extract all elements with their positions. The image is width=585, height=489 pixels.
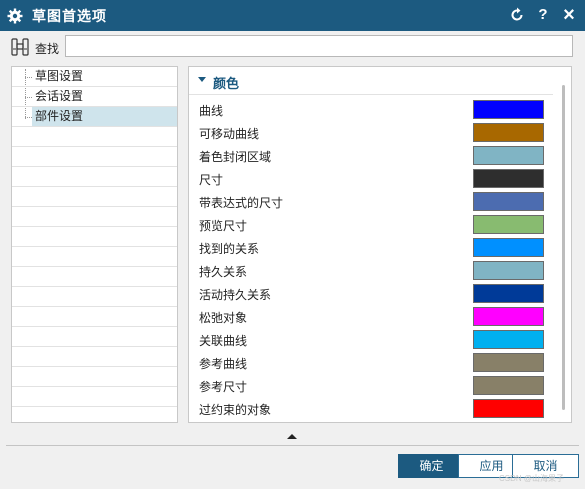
tree-row-empty	[12, 307, 177, 327]
collapse-section-icon[interactable]	[198, 77, 206, 82]
tree-connector	[25, 117, 32, 118]
color-row: 曲线	[189, 98, 553, 121]
color-row: 松弛对象	[189, 305, 553, 328]
tree-item-part-settings[interactable]: 部件设置	[32, 107, 177, 126]
color-swatch-button[interactable]	[473, 192, 544, 211]
color-swatch-button[interactable]	[473, 284, 544, 303]
color-label: 曲线	[199, 104, 224, 118]
color-row: 着色封闭区域	[189, 144, 553, 167]
collapse-up-icon[interactable]	[287, 434, 297, 439]
color-row: 关联曲线	[189, 328, 553, 351]
tree-row-empty	[12, 227, 177, 247]
color-swatch-button[interactable]	[473, 376, 544, 395]
tree-row-empty	[12, 367, 177, 387]
color-row: 参考尺寸	[189, 374, 553, 397]
color-label: 关联曲线	[199, 334, 248, 348]
tree-item-session-settings[interactable]: 会话设置	[32, 87, 86, 106]
color-row: 可移动曲线	[189, 121, 553, 144]
color-swatch-button[interactable]	[473, 399, 544, 418]
tree-row-empty	[12, 147, 177, 167]
search-row: 查找	[0, 31, 585, 63]
color-label: 松弛对象	[199, 311, 248, 325]
color-row: 预览尺寸	[189, 213, 553, 236]
close-icon[interactable]: ×	[561, 5, 577, 25]
tree-row-empty	[12, 347, 177, 367]
tree-connector	[25, 97, 32, 98]
tree-item-sketch-settings[interactable]: 草图设置	[32, 67, 86, 86]
color-label: 参考尺寸	[199, 380, 248, 394]
category-tree: 草图设置 会话设置 部件设置	[11, 66, 178, 423]
color-row: 参考曲线	[189, 351, 553, 374]
window-title: 草图首选项	[32, 7, 107, 24]
ok-button[interactable]: 确定	[398, 454, 465, 478]
color-label: 过约束的对象	[199, 403, 272, 417]
color-label: 预览尺寸	[199, 219, 248, 233]
tree-row-empty	[12, 407, 177, 422]
color-row: 过约束的对象	[189, 397, 553, 420]
search-label: 查找	[35, 42, 60, 56]
tree-row-empty	[12, 187, 177, 207]
colors-panel: 颜色 曲线可移动曲线着色封闭区域 尺寸带表达式的尺寸 预览尺寸找到的关系持久关系活动…	[188, 66, 572, 423]
color-swatch-button[interactable]	[473, 261, 544, 280]
tree-row: 会话设置	[12, 87, 177, 107]
color-row: 找到的关系	[189, 236, 553, 259]
color-swatch-button[interactable]	[473, 353, 544, 372]
color-row: 活动持久关系	[189, 282, 553, 305]
color-label: 活动持久关系	[199, 288, 272, 302]
search-input[interactable]	[65, 35, 573, 57]
color-row: 尺寸	[189, 167, 553, 190]
title-bar: 草图首选项 ? ×	[0, 0, 585, 31]
tree-connector	[25, 77, 32, 78]
tree-row: 草图设置	[12, 67, 177, 87]
color-swatch-button[interactable]	[473, 238, 544, 257]
tree-row-empty	[12, 207, 177, 227]
color-label: 尺寸	[199, 173, 224, 187]
color-label: 着色封闭区域	[199, 150, 272, 164]
section-title: 颜色	[213, 76, 240, 91]
color-label: 持久关系	[199, 265, 248, 279]
color-label: 可移动曲线	[199, 127, 260, 141]
color-swatch-button[interactable]	[473, 123, 544, 142]
color-row: 带表达式的尺寸	[189, 190, 553, 213]
help-icon[interactable]: ?	[535, 6, 551, 24]
color-swatch-button[interactable]	[473, 169, 544, 188]
colors-section-header[interactable]: 颜色	[189, 67, 553, 95]
tree-row-empty	[12, 167, 177, 187]
tree-row-empty	[12, 267, 177, 287]
watermark: CSDN @山海果子	[499, 474, 565, 483]
divider	[6, 445, 579, 446]
tree-row-empty	[12, 247, 177, 267]
color-swatch-button[interactable]	[473, 330, 544, 349]
color-row: 持久关系	[189, 259, 553, 282]
tree-row-empty	[12, 387, 177, 407]
color-label: 参考曲线	[199, 357, 248, 371]
binoculars-icon	[11, 38, 29, 56]
color-swatch-button[interactable]	[473, 146, 544, 165]
tree-row-empty	[12, 127, 177, 147]
scrollbar[interactable]	[562, 85, 565, 410]
tree-row-empty	[12, 287, 177, 307]
tree-row-empty	[12, 327, 177, 347]
tree-row: 部件设置	[12, 107, 177, 127]
color-swatch-button[interactable]	[473, 100, 544, 119]
color-swatch-button[interactable]	[473, 215, 544, 234]
color-label: 找到的关系	[199, 242, 260, 256]
reset-icon[interactable]	[509, 6, 525, 24]
gear-icon	[7, 8, 23, 23]
color-label: 带表达式的尺寸	[199, 196, 284, 210]
color-swatch-button[interactable]	[473, 307, 544, 326]
